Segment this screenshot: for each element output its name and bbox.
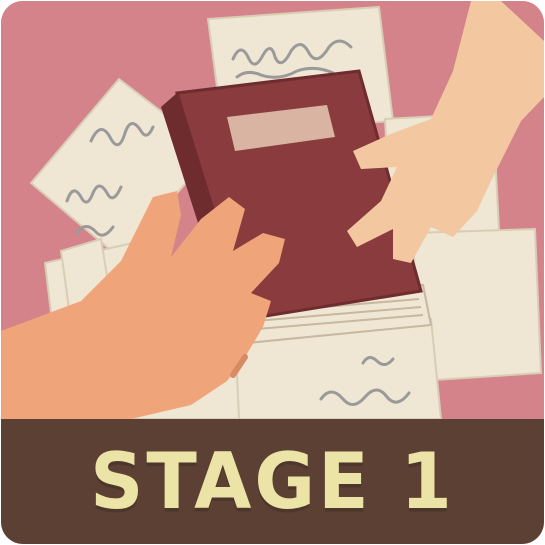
stage-label: STAGE 1 xyxy=(90,436,455,527)
stage-card[interactable]: STAGE 1 xyxy=(1,1,544,544)
stage-banner: STAGE 1 xyxy=(1,419,544,544)
stage-illustration xyxy=(1,1,544,419)
